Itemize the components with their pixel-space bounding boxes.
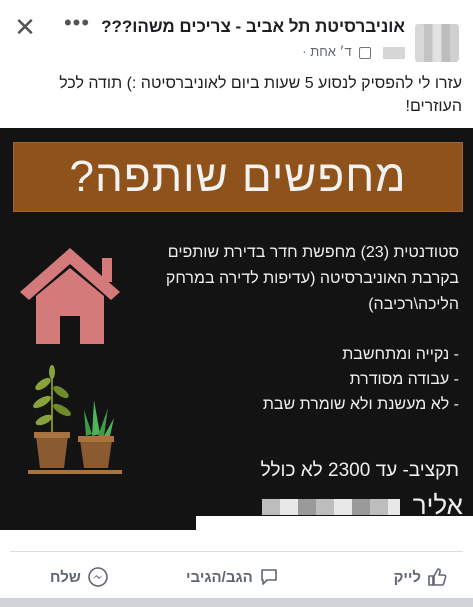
description-text: סטודנטית (23) מחפשת חדר בדירת שותפים בקר… <box>165 244 459 313</box>
bottom-bar <box>0 598 473 607</box>
post-meta: ד׳ אחת · <box>302 44 405 59</box>
post-time[interactable]: ד׳ אחת <box>310 44 352 59</box>
meta-separator: · <box>302 44 307 59</box>
redacted-phone <box>261 499 400 516</box>
headline-band: מחפשים שותפה? <box>13 142 463 212</box>
send-button[interactable]: שלח <box>50 560 109 594</box>
redacted-author <box>383 46 405 59</box>
requirements-list: נקייה ומתחשבת עבודה מסודרת לא מעשנת ולא … <box>159 342 459 417</box>
comment-button[interactable]: הגב/הגיבי <box>186 560 279 594</box>
post-image[interactable]: מחפשים שותפה? סטודנטית (23) מחפשת חדר בד… <box>0 128 473 530</box>
post-header: ✕ ••• אוניברסיטת תל אביב - צריכים משהו??… <box>0 0 473 70</box>
headline-text: מחפשים שותפה? <box>69 152 407 201</box>
group-title[interactable]: אוניברסיטת תל אביב - צריכים משהו??? <box>101 17 405 37</box>
action-divider <box>10 551 463 552</box>
list-item: נקייה ומתחשבת <box>159 342 459 367</box>
image-cutoff <box>196 516 473 530</box>
send-label: שלח <box>50 568 81 586</box>
comment-label: הגב/הגיבי <box>186 568 253 586</box>
budget-text: תקציב- עד 2300 לא כולל <box>260 460 459 481</box>
thumbs-up-icon <box>428 568 447 586</box>
more-options-icon[interactable]: ••• <box>62 12 92 38</box>
avatar[interactable] <box>415 24 459 62</box>
messenger-icon <box>88 567 108 587</box>
like-button[interactable]: לייק <box>394 560 447 594</box>
group-privacy-icon <box>359 46 372 59</box>
post-text: עזרו לי להפסיק לנסוע 5 שעות ביום לאוניבר… <box>59 75 462 115</box>
plants-icon <box>28 365 122 474</box>
house-icon <box>20 248 120 344</box>
action-bar: לייק הגב/הגיבי שלח <box>0 560 473 594</box>
close-icon[interactable]: ✕ <box>12 14 38 40</box>
like-label: לייק <box>393 568 421 586</box>
list-item: לא מעשנת ולא שומרת שבת <box>159 392 459 417</box>
speech-bubble-icon <box>260 569 277 585</box>
list-item: עבודה מסודרת <box>159 367 459 392</box>
